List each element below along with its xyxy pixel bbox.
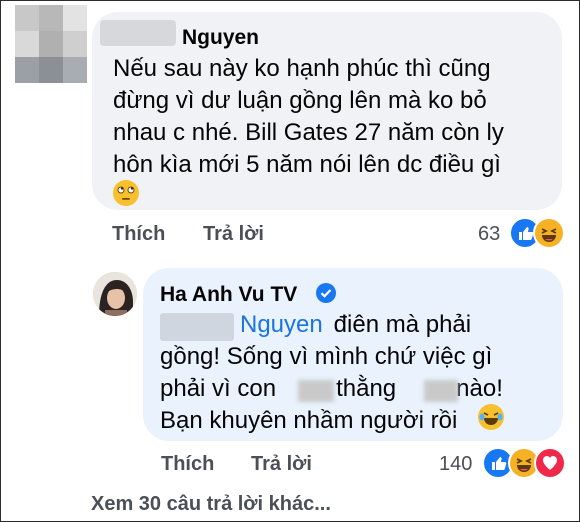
avatar[interactable]: [15, 5, 87, 83]
comment-author[interactable]: Nguyen: [182, 26, 259, 50]
avatar-pixel: [15, 5, 39, 31]
reply-button[interactable]: Trả lời: [203, 223, 264, 246]
comment-line: đừng vì dư luận gồng lên mà ko bỏ: [113, 87, 487, 114]
censored-word: [298, 380, 334, 402]
avatar-pixel: [15, 31, 39, 57]
reaction-count[interactable]: 140: [439, 453, 472, 476]
censored-word: [424, 380, 458, 402]
reaction-count[interactable]: 63: [478, 223, 500, 246]
view-more-replies-link[interactable]: Xem 30 câu trả lời khác...: [91, 493, 331, 516]
haha-reaction-icon[interactable]: [533, 217, 565, 249]
laughing-tears-emoji-icon: [478, 404, 504, 430]
comment-author[interactable]: Ha Anh Vu TV: [160, 283, 297, 307]
avatar-pixel: [39, 31, 63, 57]
avatar-pixel: [15, 57, 39, 83]
avatar[interactable]: [93, 272, 137, 316]
avatar-pixel: [63, 5, 87, 31]
comment-line: gồng! Sống vì mình chứ việc gì: [160, 343, 493, 370]
comment-line: điên mà phải: [327, 311, 472, 338]
avatar-pixel: [39, 57, 63, 83]
redacted-name: [160, 313, 234, 341]
like-button[interactable]: Thích: [161, 453, 214, 476]
comment-line: Nếu sau này ko hạnh phúc thì cũng: [113, 55, 491, 82]
comment-line: hôn kìa mới 5 năm nói lên dc điều gì: [113, 151, 501, 178]
comment-line: nhau c nhé. Bill Gates 27 năm còn ly: [113, 119, 504, 146]
verified-badge-icon: [316, 283, 336, 303]
reply-button[interactable]: Trả lời: [251, 453, 312, 476]
rolling-eyes-emoji-icon: [113, 180, 139, 206]
comment-line: Bạn khuyên nhầm người rồi: [160, 407, 458, 434]
mention-link[interactable]: Nguyen: [240, 309, 323, 341]
avatar-pixel: [39, 5, 63, 31]
avatar-pixel: [63, 31, 87, 57]
redacted-name: [100, 20, 176, 46]
love-reaction-icon[interactable]: [534, 447, 566, 479]
avatar-pixel: [63, 57, 87, 83]
like-button[interactable]: Thích: [112, 223, 165, 246]
